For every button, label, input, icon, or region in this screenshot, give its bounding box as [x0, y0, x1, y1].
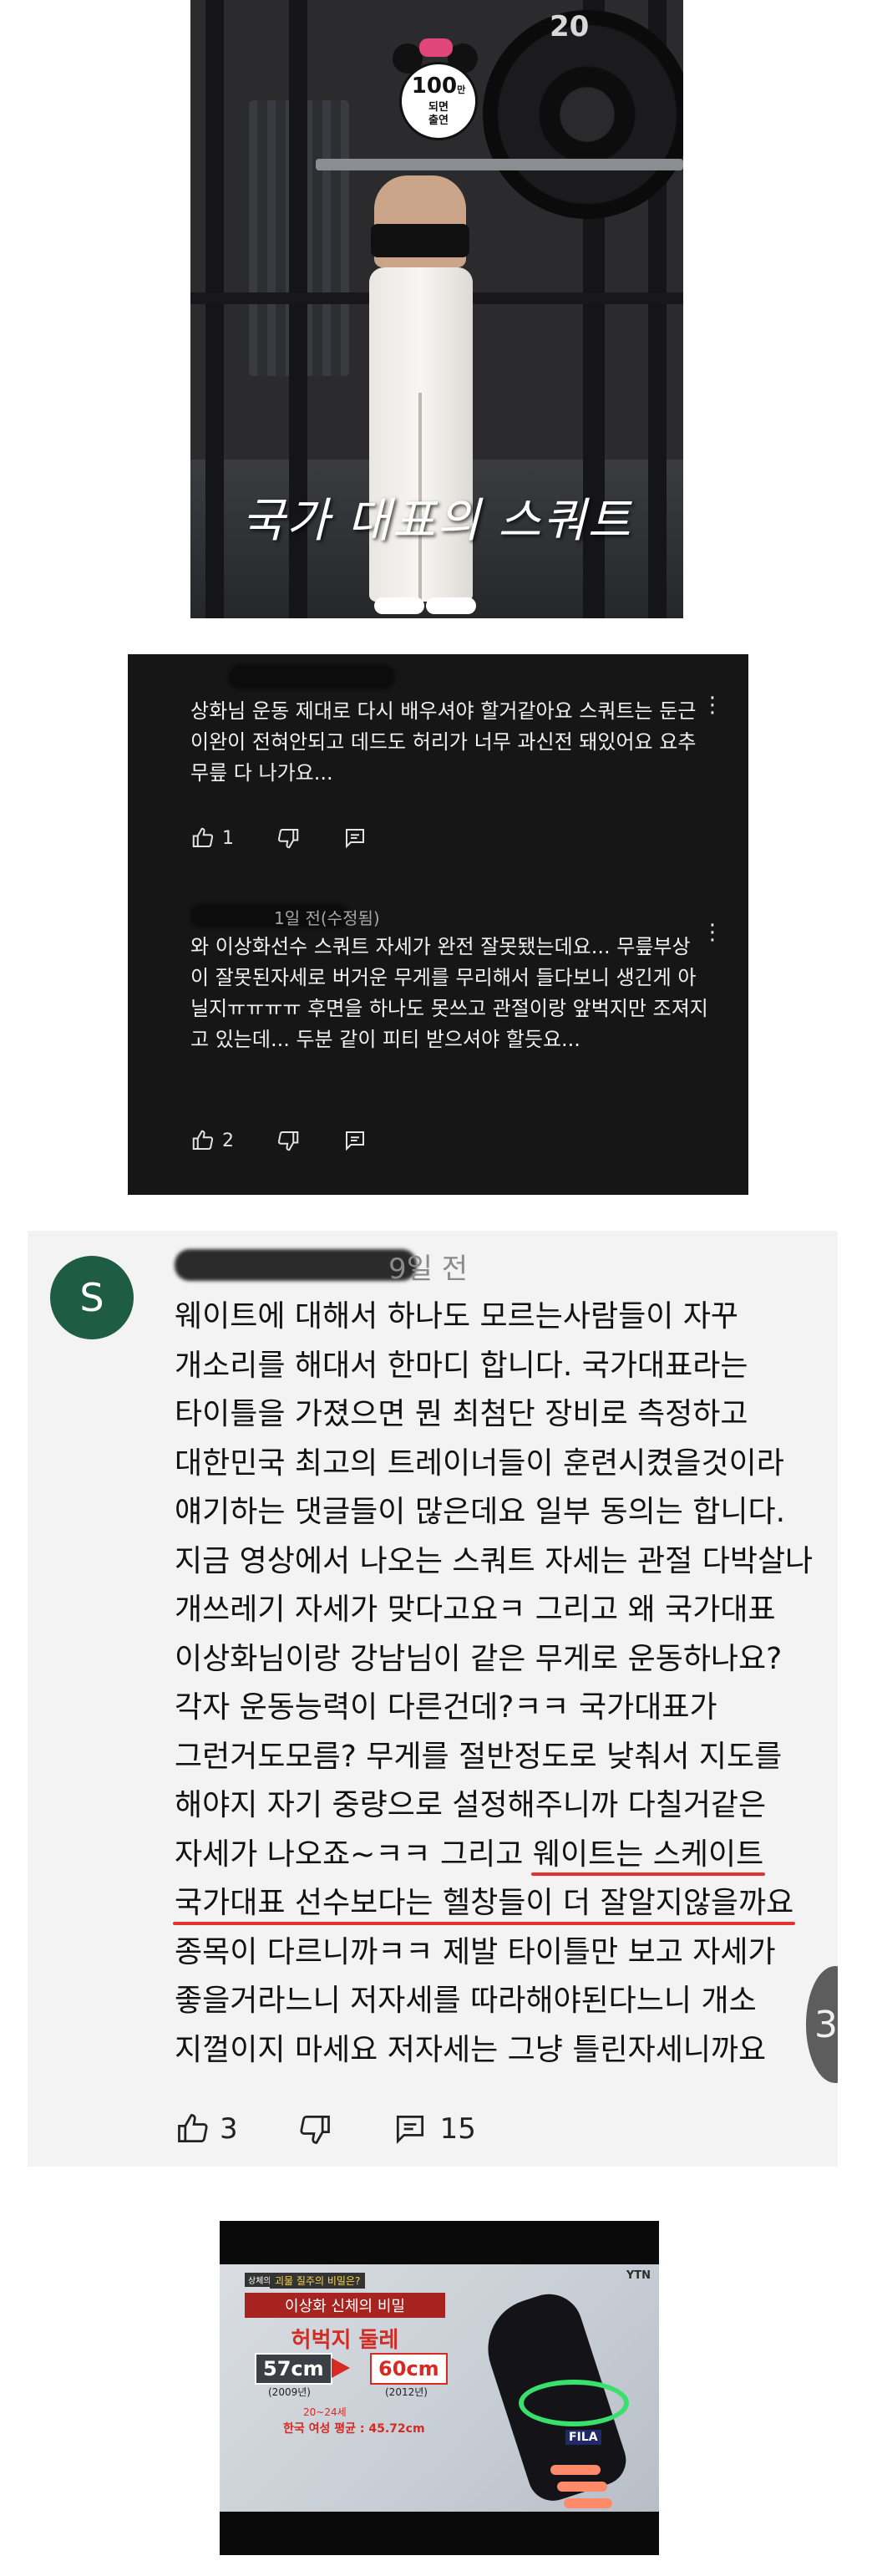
thumbs-up-icon [192, 1130, 214, 1150]
year-before: (2009년) [268, 2386, 311, 2398]
sticker-line-2: 출연 [428, 114, 449, 127]
broadcast-screenshot: YTN FILA 상체의 괴물 질주의 비밀은? 이상화 신체의 비밀 허벅지 … [220, 2221, 659, 2555]
weight-plate-number: 20 [550, 10, 590, 43]
age-note: 20~24세 [303, 2406, 347, 2418]
thumbs-down-icon [300, 2115, 330, 2144]
thumbs-down-icon [277, 1131, 299, 1151]
athlete-top [371, 224, 469, 257]
suit-brand-logo: FILA [565, 2430, 601, 2445]
comment-line: 해야지 자기 중량으로 설정해주니까 다칠거같은 [175, 1788, 767, 1822]
value-after: 60cm [370, 2353, 448, 2385]
comment-line: 자세가 나오죠~ㅋㅋ 그리고 웨이트는 스케이트 [175, 1831, 838, 1880]
speed-skater-figure: FILA [470, 2271, 659, 2522]
like-count: 3 [220, 2112, 238, 2146]
comment-line: 각자 운동능력이 다른건데?ㅋㅋ 국가대표가 [175, 1690, 717, 1725]
comment-line: 종목이 다르니까ㅋㅋ 제발 타이틀만 보고 자세가 [175, 1934, 776, 1969]
redacted-username [175, 1249, 417, 1281]
highlighted-text: 웨이트는 스케이트 [530, 1831, 766, 1880]
comment-text: 웨이트에 대해서 하나도 모르는사람들이 자꾸 개소리를 해대서 한마디 합니다… [172, 1293, 838, 2075]
value-before: 57cm [255, 2353, 332, 2385]
comment-item: 1일 전(수정됨) ⋮ 와 이상화선수 스쿼트 자세가 완전 잘못됐는데요...… [128, 903, 748, 1195]
average-note: 한국 여성 평균 : 45.72cm [283, 2422, 425, 2436]
comment-line: 개쓰레기 자세가 맞다고요ㅋ 그리고 왜 국가대표 [175, 1593, 776, 1627]
suit-stripe [564, 2498, 612, 2508]
comment-line: 지껄이지 마세요 저자세는 그냥 틀린자세니까요 [175, 2032, 767, 2067]
comment-line: 타이틀을 가졌으면 뭔 최첨단 장비로 측정하고 [175, 1397, 748, 1431]
comment-line: 좋을거라느니 저자세를 따라해야된다느니 개소 [175, 1984, 757, 2018]
graphic-question: 괴물 질주의 비밀은? [270, 2273, 366, 2289]
comment-line: 얘기하는 댓글들이 많은데요 일부 동의는 합니다. [175, 1495, 786, 1529]
suit-stripe [550, 2465, 601, 2475]
comment-line: 그런거도모름? 무게를 절반정도로 낮춰서 지도를 [175, 1739, 783, 1774]
comment-actions: 1 [190, 821, 409, 855]
thumbs-up-icon [192, 827, 214, 847]
sticker-line-1: 되면 [428, 100, 449, 114]
like-button[interactable]: 3 [175, 2111, 238, 2147]
info-graphic: 상체의 괴물 질주의 비밀은? 이상화 신체의 비밀 허벅지 둘레 57cm 6… [245, 2273, 462, 2478]
graphic-headline: 이상화 신체의 비밀 [245, 2293, 445, 2318]
graphic-subtitle: 허벅지 둘레 [291, 2328, 399, 2353]
redacted-username [228, 664, 395, 689]
sticker-face: 100만 되면 출연 [399, 62, 478, 140]
shoe [426, 597, 476, 614]
reply-button[interactable] [342, 826, 368, 851]
barbell [316, 159, 683, 170]
sticker-bow [419, 38, 453, 57]
reply-icon [346, 1131, 364, 1151]
comment-line: 웨이트에 대해서 하나도 모르는사람들이 자꾸 [175, 1299, 739, 1334]
comment-actions: 3 15 [175, 2108, 535, 2150]
avatar[interactable]: S [50, 1256, 134, 1339]
year-after: (2012년) [385, 2386, 428, 2398]
reply-icon [346, 829, 364, 849]
comment-line-text: 자세가 나오죠~ㅋㅋ 그리고 [175, 1837, 533, 1872]
highlighted-text: 국가대표 선수보다는 헬창들이 더 잘알지않을까요 [172, 1879, 796, 1928]
sticker-big-text: 100만 [411, 73, 466, 99]
squat-video-thumbnail[interactable]: 20 100만 되면 출연 국가 대표의 스쿼트 [190, 0, 683, 618]
comment-screenshot-light: S 9일 전 웨이트에 대해서 하나도 모르는사람들이 자꾸 개소리를 해대서 … [28, 1231, 838, 2167]
reply-button[interactable]: 15 [392, 2111, 476, 2147]
comment-line: 국가대표 선수보다는 헬창들이 더 잘알지않을까요 [172, 1879, 838, 1928]
comment-actions: 2 [190, 1124, 409, 1157]
thumbs-down-icon [277, 829, 299, 849]
video-caption: 국가 대표의 스쿼트 [241, 494, 632, 548]
thigh-highlight-ring [519, 2380, 629, 2426]
arrow-right-icon [332, 2358, 350, 2378]
comment-timestamp: 1일 전(수정됨) [274, 908, 380, 928]
like-button[interactable]: 2 [190, 1128, 234, 1153]
comments-screenshot-dark: ⋮ 상화님 운동 제대로 다시 배우셔야 할거같아요 스쿼트는 둔근 이완이 전… [128, 654, 748, 1195]
suit-stripe [557, 2482, 607, 2492]
comment-line: 개소리를 해대서 한마디 합니다. 국가대표라는 [175, 1348, 748, 1383]
reply-count: 15 [439, 2112, 476, 2146]
dislike-button[interactable] [276, 826, 301, 851]
comment-item: ⋮ 상화님 운동 제대로 다시 배우셔야 할거같아요 스쿼트는 둔근 이완이 전… [128, 654, 748, 905]
dislike-button[interactable] [297, 2111, 333, 2147]
like-count: 1 [222, 827, 234, 849]
comment-timestamp: 9일 전 [388, 1252, 468, 1286]
dislike-button[interactable] [276, 1128, 301, 1153]
comment-line: 지금 영상에서 나오는 스쿼트 자세는 관절 다박살나 [175, 1543, 814, 1578]
like-count: 2 [222, 1130, 234, 1151]
reply-icon [396, 2115, 423, 2144]
comment-line: 대한민국 최고의 트레이너들이 훈련시켰을것이라 [175, 1446, 784, 1481]
comment-text: 상화님 운동 제대로 다시 배우셔야 할거같아요 스쿼트는 둔근 이완이 전혀안… [190, 699, 697, 785]
comment-line: 이상화님이랑 강남님이 같은 무게로 운동하나요? [175, 1641, 783, 1676]
like-button[interactable]: 1 [190, 826, 234, 851]
comment-text: 와 이상화선수 스쿼트 자세가 완전 잘못됐는데요... 무릎부상이 잘못된자세… [190, 935, 708, 1051]
reply-button[interactable] [342, 1128, 368, 1153]
thumbs-up-icon [178, 2114, 208, 2143]
face-cover-sticker: 100만 되면 출연 [389, 38, 481, 140]
shoe [374, 597, 424, 614]
